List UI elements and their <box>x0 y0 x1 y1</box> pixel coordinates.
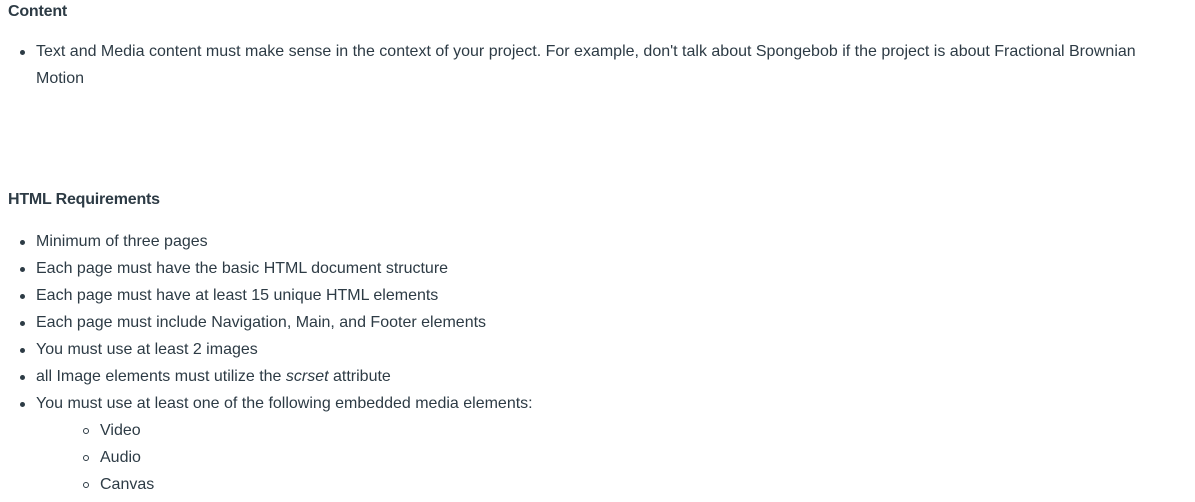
document-page: Content Text and Media content must make… <box>0 0 1195 502</box>
content-heading: Content <box>8 3 68 20</box>
sublist-item-audio: Audio <box>36 444 533 471</box>
item-text: all Image elements must utilize the <box>36 368 286 385</box>
list-item: Text and Media content must make sense i… <box>0 38 1195 92</box>
list-item: Minimum of three pages <box>0 228 533 255</box>
list-item: Each page must have at least 15 unique H… <box>0 282 533 309</box>
html-requirements-list: Minimum of three pages Each page must ha… <box>0 228 533 498</box>
list-item: Each page must have the basic HTML docum… <box>0 255 533 282</box>
list-item: You must use at least one of the followi… <box>0 390 533 498</box>
srcset-emphasis: scrset <box>285 368 329 385</box>
item-text: attribute <box>328 368 391 385</box>
content-list: Text and Media content must make sense i… <box>0 38 1195 92</box>
list-item: all Image elements must utilize the scrs… <box>0 363 533 390</box>
html-requirements-heading: HTML Requirements <box>8 191 160 208</box>
item-text: You must use at least one of the followi… <box>36 395 533 412</box>
list-item: You must use at least 2 images <box>0 336 533 363</box>
media-elements-sublist: Video Audio Canvas <box>36 417 533 498</box>
sublist-item-canvas: Canvas <box>36 471 533 498</box>
sublist-item-video: Video <box>36 417 533 444</box>
list-item: Each page must include Navigation, Main,… <box>0 309 533 336</box>
